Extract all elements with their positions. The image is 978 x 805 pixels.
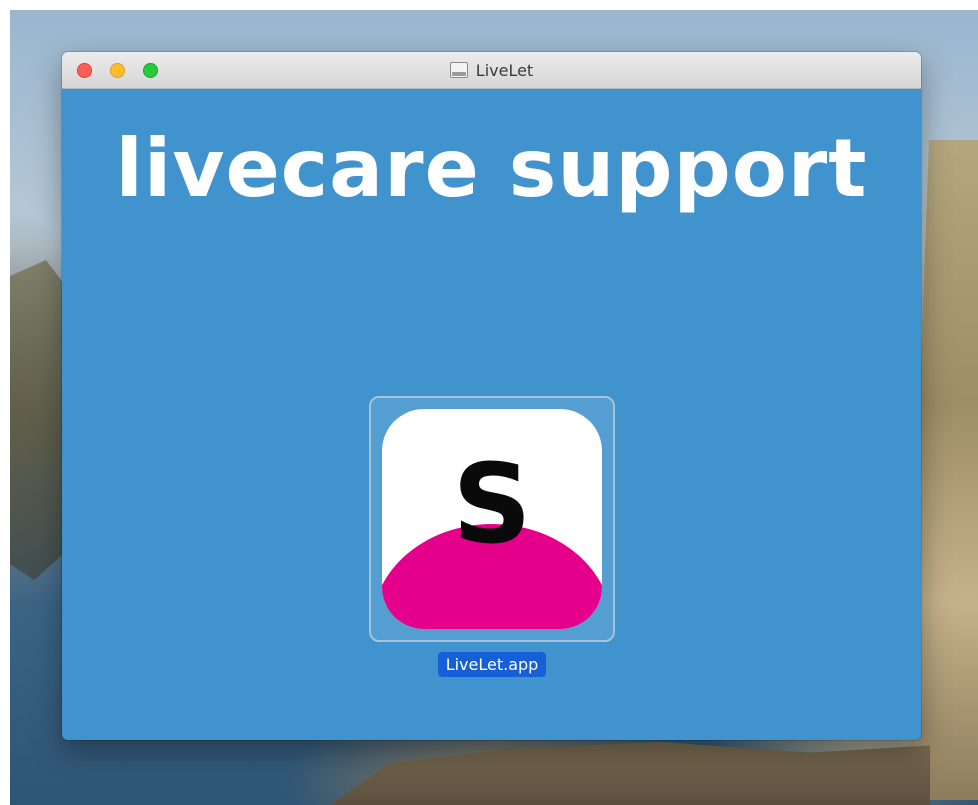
- window-title-area: LiveLet: [62, 52, 921, 88]
- finder-window: LiveLet livecare support S LiveLet.app: [62, 52, 921, 740]
- livelet-app-icon[interactable]: S: [382, 409, 602, 629]
- app-file-label[interactable]: LiveLet.app: [437, 652, 547, 677]
- title-bar[interactable]: LiveLet: [62, 52, 921, 89]
- selected-icon-frame[interactable]: S: [369, 396, 615, 642]
- app-icon-letter: S: [452, 440, 532, 568]
- wallpaper-rock-left: [10, 260, 70, 580]
- wallpaper-rock-bottom: [330, 742, 930, 805]
- background-heading: livecare support: [115, 122, 868, 215]
- app-file-item[interactable]: S LiveLet.app: [369, 396, 615, 677]
- window-content: livecare support S LiveLet.app: [62, 89, 921, 740]
- window-title: LiveLet: [475, 60, 534, 80]
- disk-image-icon: [449, 62, 468, 78]
